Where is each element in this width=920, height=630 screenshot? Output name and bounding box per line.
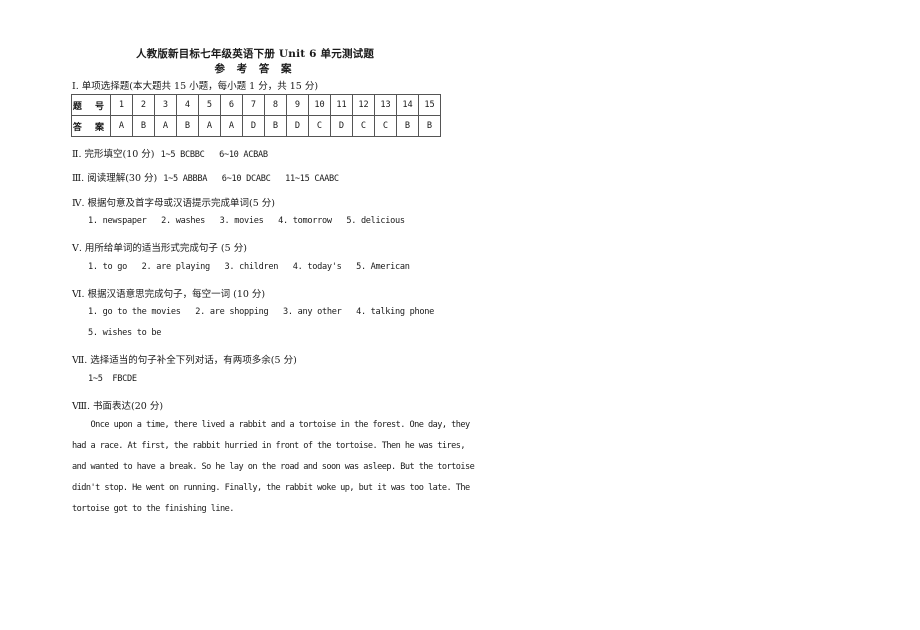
answer-cell: A (110, 115, 133, 137)
section-6-answers-line-2: 5. wishes to be (88, 328, 162, 338)
answer-cell: B (396, 115, 419, 137)
question-number: 11 (330, 94, 353, 116)
question-number: 7 (242, 94, 265, 116)
section-6-answers-line-1: 1. go to the movies 2. are shopping 3. a… (88, 307, 435, 317)
answer-cell: D (330, 115, 353, 137)
answer-cell: C (374, 115, 397, 137)
essay-line: tortoise got to the finishing line. (72, 504, 234, 514)
answer-cell: A (154, 115, 177, 137)
answer-cell: B (176, 115, 199, 137)
section-6-heading: Ⅵ. 根据汉语意思完成句子，每空一词 (10 分) (72, 289, 266, 300)
question-number: 2 (132, 94, 155, 116)
section-2-heading: Ⅱ. 完形填空(10 分) (72, 149, 155, 160)
question-number: 12 (352, 94, 375, 116)
question-number: 10 (308, 94, 331, 116)
section-5-heading: Ⅴ. 用所给单词的适当形式完成句子 (5 分) (72, 243, 247, 254)
answer-cell: C (308, 115, 331, 137)
question-number: 9 (286, 94, 309, 116)
essay-line: Once upon a time, there lived a rabbit a… (72, 420, 470, 430)
essay-answer: Once upon a time, there lived a rabbit a… (72, 415, 475, 520)
answer-cell: C (352, 115, 375, 137)
section-2: Ⅱ. 完形填空(10 分) 1~5 BCBBC 6~10 ACBAB (72, 146, 268, 160)
answer-cell: D (286, 115, 309, 137)
section-2-answers: 1~5 BCBBC 6~10 ACBAB (160, 150, 269, 160)
answer-key-page: 人教版新目标七年级英语下册 Unit 6 单元测试题 参 考 答 案 Ⅰ. 单项… (0, 0, 920, 630)
question-number: 3 (154, 94, 177, 116)
answer-cell: B (264, 115, 287, 137)
question-number: 6 (220, 94, 243, 116)
section-7-heading: Ⅶ. 选择适当的句子补全下列对话，有两项多余(5 分) (72, 355, 297, 366)
table-row-answers: 答 案 A B A B A A D B D C D C C B B (71, 115, 441, 137)
section-3-heading: Ⅲ. 阅读理解(30 分) (72, 173, 158, 184)
question-number: 15 (418, 94, 441, 116)
question-number: 13 (374, 94, 397, 116)
document-subtitle: 参 考 答 案 (214, 63, 296, 75)
section-8-heading: Ⅷ. 书面表达(20 分) (72, 401, 164, 412)
answer-cell: A (198, 115, 221, 137)
question-number: 14 (396, 94, 419, 116)
section-4-answers: 1. newspaper 2. washes 3. movies 4. tomo… (88, 216, 405, 226)
question-number: 1 (110, 94, 133, 116)
essay-line: and wanted to have a break. So he lay on… (72, 462, 475, 472)
answer-table: 题 号 1 2 3 4 5 6 7 8 9 10 11 12 13 14 15 … (71, 94, 441, 137)
section-4-heading: Ⅳ. 根据句意及首字母或汉语提示完成单词(5 分) (72, 198, 276, 209)
essay-line: didn't stop. He went on running. Finally… (72, 483, 470, 493)
answer-cell: B (418, 115, 441, 137)
section-5-answers: 1. to go 2. are playing 3. children 4. t… (88, 262, 410, 272)
answer-cell: B (132, 115, 155, 137)
section-1-heading: Ⅰ. 单项选择题(本大题共 15 小题，每小题 1 分，共 15 分) (72, 81, 319, 92)
question-number: 8 (264, 94, 287, 116)
answer-cell: D (242, 115, 265, 137)
document-title: 人教版新目标七年级英语下册 Unit 6 单元测试题 (135, 48, 375, 60)
section-3-answers: 1~5 ABBBA 6~10 DCABC 11~15 CAABC (163, 174, 339, 184)
section-3: Ⅲ. 阅读理解(30 分) 1~5 ABBBA 6~10 DCABC 11~15… (72, 170, 339, 184)
table-row-numbers: 题 号 1 2 3 4 5 6 7 8 9 10 11 12 13 14 15 (71, 94, 441, 116)
question-number: 4 (176, 94, 199, 116)
row-header-answer: 答 案 (71, 115, 111, 137)
row-header-number: 题 号 (71, 94, 111, 116)
section-7-answers: 1~5 FBCDE (88, 374, 137, 384)
answer-cell: A (220, 115, 243, 137)
essay-line: had a race. At first, the rabbit hurried… (72, 441, 466, 451)
question-number: 5 (198, 94, 221, 116)
